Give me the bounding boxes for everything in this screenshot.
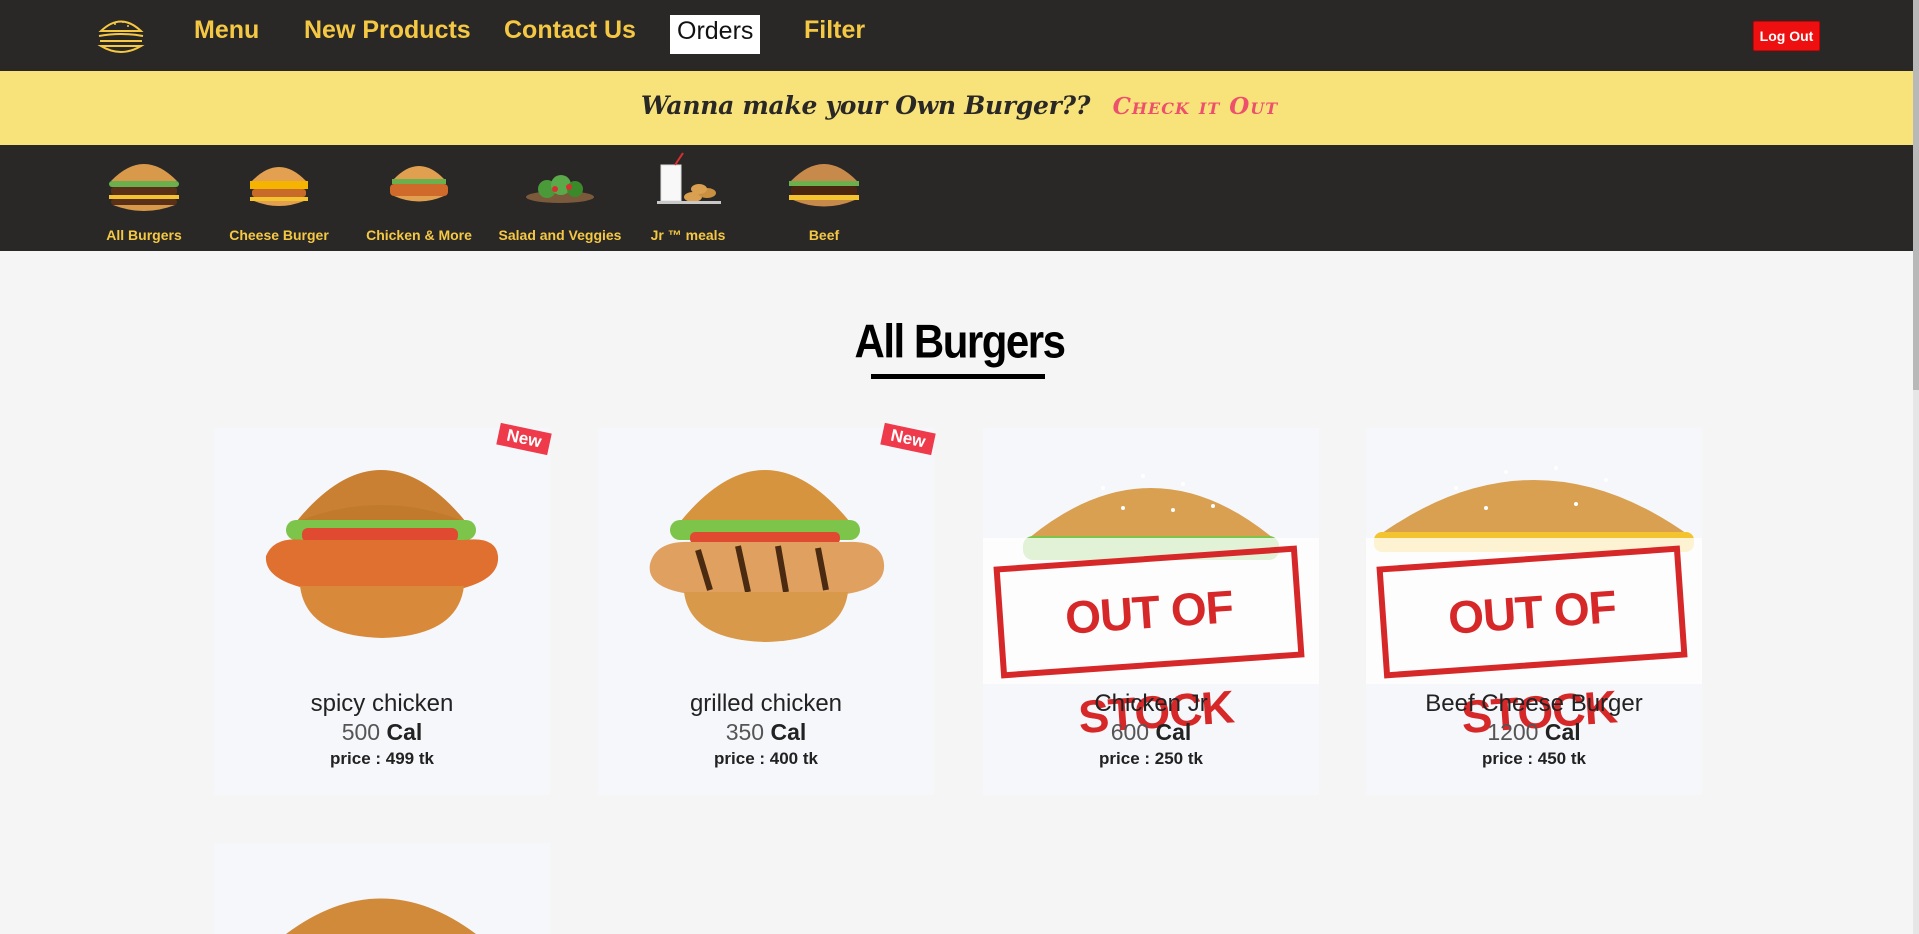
- calories-unit: Cal: [1544, 719, 1581, 745]
- product-price: price : 400 tk: [714, 749, 818, 768]
- out-of-stock-overlay: OUT OF STOCK: [983, 538, 1319, 743]
- section-title-text: All Burgers: [854, 314, 1066, 368]
- burger-image: [286, 898, 476, 934]
- product-calories: 500 Cal: [214, 719, 550, 746]
- category-beef[interactable]: Beef: [764, 151, 884, 247]
- calories-value: 600: [1110, 719, 1150, 745]
- product-name: Chicken Jr: [1094, 690, 1208, 717]
- category-cheese-burger[interactable]: Cheese Burger: [219, 151, 339, 247]
- product-card[interactable]: [214, 843, 550, 934]
- category-all-burgers[interactable]: All Burgers: [84, 151, 204, 247]
- title-underline: [871, 374, 1045, 379]
- product-calories: 1200 Cal: [1366, 719, 1702, 746]
- nav-orders[interactable]: Orders: [670, 15, 761, 54]
- nav-filter[interactable]: Filter: [798, 14, 871, 55]
- product-name: spicy chicken: [310, 690, 454, 717]
- calories-value: 1200: [1487, 719, 1539, 745]
- product-card[interactable]: New grilled chicken 350 Cal price : 400 …: [598, 422, 936, 795]
- out-of-stock-stamp: OUT OF STOCK: [993, 545, 1305, 743]
- burger-logo-icon[interactable]: [95, 14, 147, 56]
- product-calories: 600 Cal: [983, 719, 1319, 746]
- product-price: price : 499 tk: [330, 749, 434, 768]
- product-price: price : 450 tk: [1482, 749, 1586, 768]
- nav-new-products[interactable]: New Products: [298, 14, 477, 55]
- product-price: price : 250 tk: [1099, 749, 1203, 768]
- promo-text: Wanna make your Own Burger??: [640, 91, 1091, 120]
- out-of-stock-overlay: OUT OF STOCK: [1366, 538, 1702, 743]
- calories-unit: Cal: [1155, 719, 1192, 745]
- category-label: Cheese Burger: [229, 227, 329, 243]
- category-bar: All Burgers Cheese Burger Chicken & More: [0, 145, 1919, 251]
- promo-banner: Wanna make your Own Burger?? Check it Ou…: [0, 71, 1919, 145]
- chicken-burger-icon: [390, 166, 448, 202]
- calories-unit: Cal: [386, 719, 423, 745]
- product-card[interactable]: OUT OF STOCK Chicken Jr 600 Cal price : …: [983, 428, 1319, 795]
- top-navbar: Menu New Products Contact Us Orders Filt…: [0, 0, 1919, 71]
- burger-icon: [109, 164, 179, 211]
- category-chicken-and-more[interactable]: Chicken & More: [359, 151, 479, 247]
- out-of-stock-stamp: OUT OF STOCK: [1376, 545, 1688, 743]
- category-label: Chicken & More: [366, 227, 472, 243]
- category-label: Beef: [808, 227, 840, 243]
- nav-contact-us[interactable]: Contact Us: [498, 14, 642, 55]
- beef-burger-icon: [789, 164, 859, 207]
- salad-icon: [526, 175, 594, 203]
- calories-unit: Cal: [770, 719, 807, 745]
- category-salad-and-veggies[interactable]: Salad and Veggies: [499, 151, 621, 247]
- category-jr-meals[interactable]: Jr ™ meals: [628, 151, 748, 247]
- product-card[interactable]: New spicy chicken 500 Cal price : 499 tk: [214, 422, 552, 795]
- logout-button[interactable]: Log Out: [1753, 21, 1820, 51]
- promo-check-it-out-link[interactable]: Check it Out: [1113, 93, 1279, 120]
- cheese-burger-icon: [250, 167, 308, 206]
- product-calories: 350 Cal: [598, 719, 934, 746]
- scrollbar-thumb[interactable]: [1913, 0, 1919, 390]
- product-card[interactable]: OUT OF STOCK Beef Cheese Burger 1200 Cal…: [1366, 428, 1702, 795]
- product-name: grilled chicken: [689, 690, 843, 717]
- nav-menu[interactable]: Menu: [188, 14, 265, 55]
- kids-meal-icon: [657, 152, 721, 204]
- product-name: Beef Cheese Burger: [1425, 690, 1643, 717]
- section-title: All Burgers: [0, 314, 1919, 370]
- calories-value: 500: [341, 719, 381, 745]
- calories-value: 350: [725, 719, 765, 745]
